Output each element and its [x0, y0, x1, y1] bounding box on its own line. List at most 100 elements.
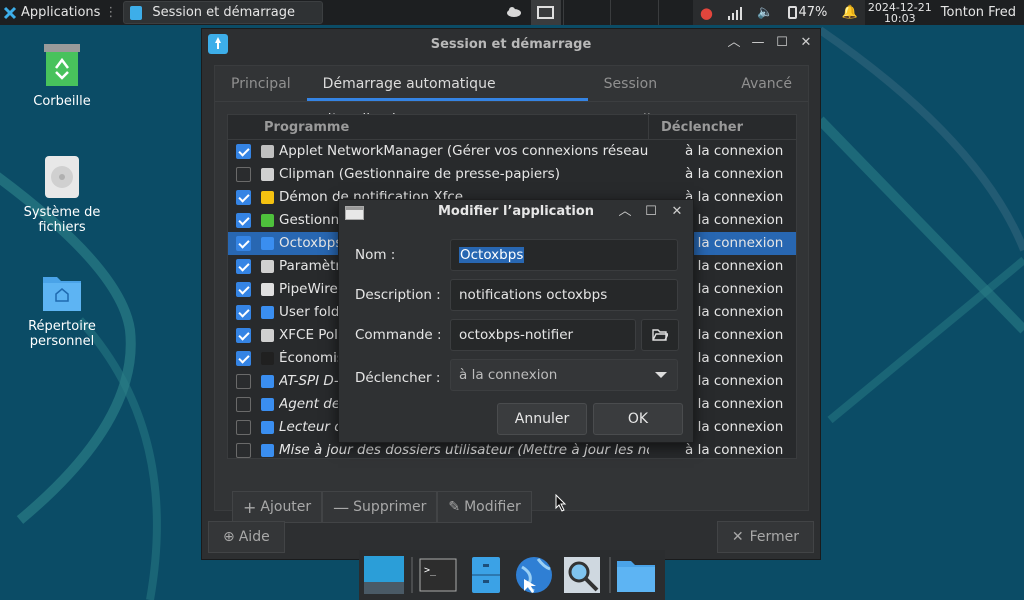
mouse-cursor-icon: [555, 494, 567, 512]
network-signal-icon[interactable]: [727, 6, 743, 20]
dock-item-file-manager[interactable]: [615, 554, 657, 596]
autostart-checkbox[interactable]: [236, 443, 251, 458]
close-button[interactable]: ✕: [798, 35, 814, 51]
name-field[interactable]: Octoxbps: [450, 239, 678, 271]
autostart-checkbox[interactable]: [236, 305, 251, 320]
autostart-checkbox[interactable]: [236, 397, 251, 412]
minimize-button[interactable]: —: [750, 35, 766, 51]
command-label: Commande :: [355, 327, 442, 343]
dock: >_: [359, 550, 665, 600]
shade-button[interactable]: ︿: [726, 35, 742, 51]
maximize-button[interactable]: ☐: [774, 35, 790, 51]
autostart-checkbox[interactable]: [236, 144, 251, 159]
browse-button[interactable]: [641, 319, 679, 351]
list-buttons: + Ajouter — Supprimer ✎ Modifier: [232, 491, 532, 523]
help-icon: ⊕: [223, 529, 235, 545]
list-item-trigger: à la connexion: [685, 166, 784, 182]
user-menu[interactable]: Tonton Fred: [935, 5, 1024, 20]
volume-icon[interactable]: 🔈: [757, 5, 773, 20]
desktop-icon-label: Système de fichiers: [23, 205, 101, 235]
workspace-switcher[interactable]: [531, 0, 561, 25]
remove-button-label: Supprimer: [353, 499, 427, 515]
list-item-trigger: à la connexion: [685, 396, 784, 412]
svg-text:>_: >_: [424, 565, 437, 576]
file-cabinet-icon: [472, 557, 500, 593]
dock-item-web-browser[interactable]: [513, 554, 555, 596]
trash-icon: [44, 44, 80, 86]
description-field[interactable]: notifications octoxbps: [450, 279, 678, 311]
edit-button-label: Modifier: [464, 499, 521, 515]
trigger-label: Déclencher :: [355, 370, 441, 386]
tab-principal[interactable]: Principal: [215, 66, 307, 101]
edit-button[interactable]: ✎ Modifier: [437, 491, 532, 523]
clock[interactable]: 2024-12-21 10:03: [865, 2, 935, 24]
autostart-checkbox[interactable]: [236, 374, 251, 389]
applications-label: Applications: [21, 5, 101, 20]
weather-icon[interactable]: [505, 5, 523, 23]
dialog-maximize-button[interactable]: ☐: [643, 204, 659, 220]
autostart-checkbox[interactable]: [236, 236, 251, 251]
cancel-button[interactable]: Annuler: [497, 403, 587, 435]
app-icon: [261, 329, 274, 342]
column-program[interactable]: Programme: [228, 120, 648, 135]
app-icon: [261, 168, 274, 181]
list-item-trigger: à la connexion: [685, 442, 784, 458]
dock-item-file-cabinet[interactable]: [465, 554, 507, 596]
tab-advanced[interactable]: Avancé: [725, 66, 808, 101]
autostart-checkbox[interactable]: [236, 213, 251, 228]
clock-date: 2024-12-21: [867, 0, 932, 14]
battery-indicator[interactable]: 47%: [787, 5, 828, 20]
dialog-close-button[interactable]: ✕: [669, 204, 685, 220]
app-icon: [261, 260, 274, 273]
session-app-icon: [130, 5, 143, 20]
close-window-button[interactable]: ✕ Fermer: [716, 521, 814, 553]
ok-button[interactable]: OK: [593, 403, 683, 435]
applications-menu[interactable]: Applications ⋮: [0, 0, 117, 25]
list-item-label: Applet NetworkManager (Gérer vos connexi…: [279, 143, 649, 159]
desktop-icon-filesystem[interactable]: Système de fichiers: [12, 155, 112, 235]
desktop-icon-home[interactable]: Répertoire personnel: [12, 271, 112, 349]
tab-current-session[interactable]: Session actuelle: [588, 66, 726, 128]
autostart-checkbox[interactable]: [236, 420, 251, 435]
window-titlebar[interactable]: Session et démarrage ︿ — ☐ ✕: [202, 29, 820, 59]
dock-item-terminal[interactable]: >_: [417, 554, 459, 596]
minus-icon: —: [333, 497, 350, 517]
autostart-checkbox[interactable]: [236, 328, 251, 343]
taskbar-item-label: Session et démarrage: [152, 5, 295, 20]
dock-item-show-desktop[interactable]: [363, 554, 405, 596]
remove-button[interactable]: — Supprimer: [322, 491, 438, 523]
folder-open-icon: [652, 329, 670, 341]
list-item[interactable]: Applet NetworkManager (Gérer vos connexi…: [228, 140, 796, 163]
dialog-shade-button[interactable]: ︿: [617, 204, 633, 220]
chevron-down-icon: [655, 372, 667, 378]
list-item[interactable]: Clipman (Gestionnaire de presse-papiers)…: [228, 163, 796, 186]
autostart-checkbox[interactable]: [236, 190, 251, 205]
tab-bar: Principal Démarrage automatique d’applic…: [215, 66, 808, 128]
tab-autostart[interactable]: Démarrage automatique d’application: [306, 66, 588, 128]
app-icon: [261, 283, 274, 296]
autostart-checkbox[interactable]: [236, 282, 251, 297]
clock-time: 10:03: [883, 11, 916, 25]
help-button[interactable]: ⊕ Aide: [208, 521, 285, 553]
dock-item-search[interactable]: [561, 554, 603, 596]
battery-percent: 47%: [798, 5, 828, 20]
show-desktop-icon: [364, 556, 404, 594]
autostart-checkbox[interactable]: [236, 259, 251, 274]
desktop-icon-trash[interactable]: Corbeille: [12, 42, 112, 109]
notification-bell-icon[interactable]: 🔔: [842, 5, 858, 20]
ghost-app-icon[interactable]: ●: [700, 4, 713, 22]
trigger-select[interactable]: à la connexion: [450, 359, 678, 391]
command-field[interactable]: octoxbps-notifier: [450, 319, 636, 351]
list-item-trigger: à la connexion: [685, 143, 784, 159]
drive-icon: [45, 156, 79, 198]
list-item-trigger: à la connexion: [685, 327, 784, 343]
app-icon: [261, 306, 274, 319]
autostart-checkbox[interactable]: [236, 351, 251, 366]
pencil-icon: ✎: [448, 499, 461, 515]
add-button[interactable]: + Ajouter: [232, 491, 323, 523]
list-item-trigger: à la connexion: [685, 281, 784, 297]
column-trigger[interactable]: Déclencher: [648, 115, 743, 140]
autostart-checkbox[interactable]: [236, 167, 251, 182]
list-item-trigger: à la connexion: [685, 189, 784, 205]
taskbar-item-session[interactable]: Session et démarrage: [123, 1, 324, 24]
